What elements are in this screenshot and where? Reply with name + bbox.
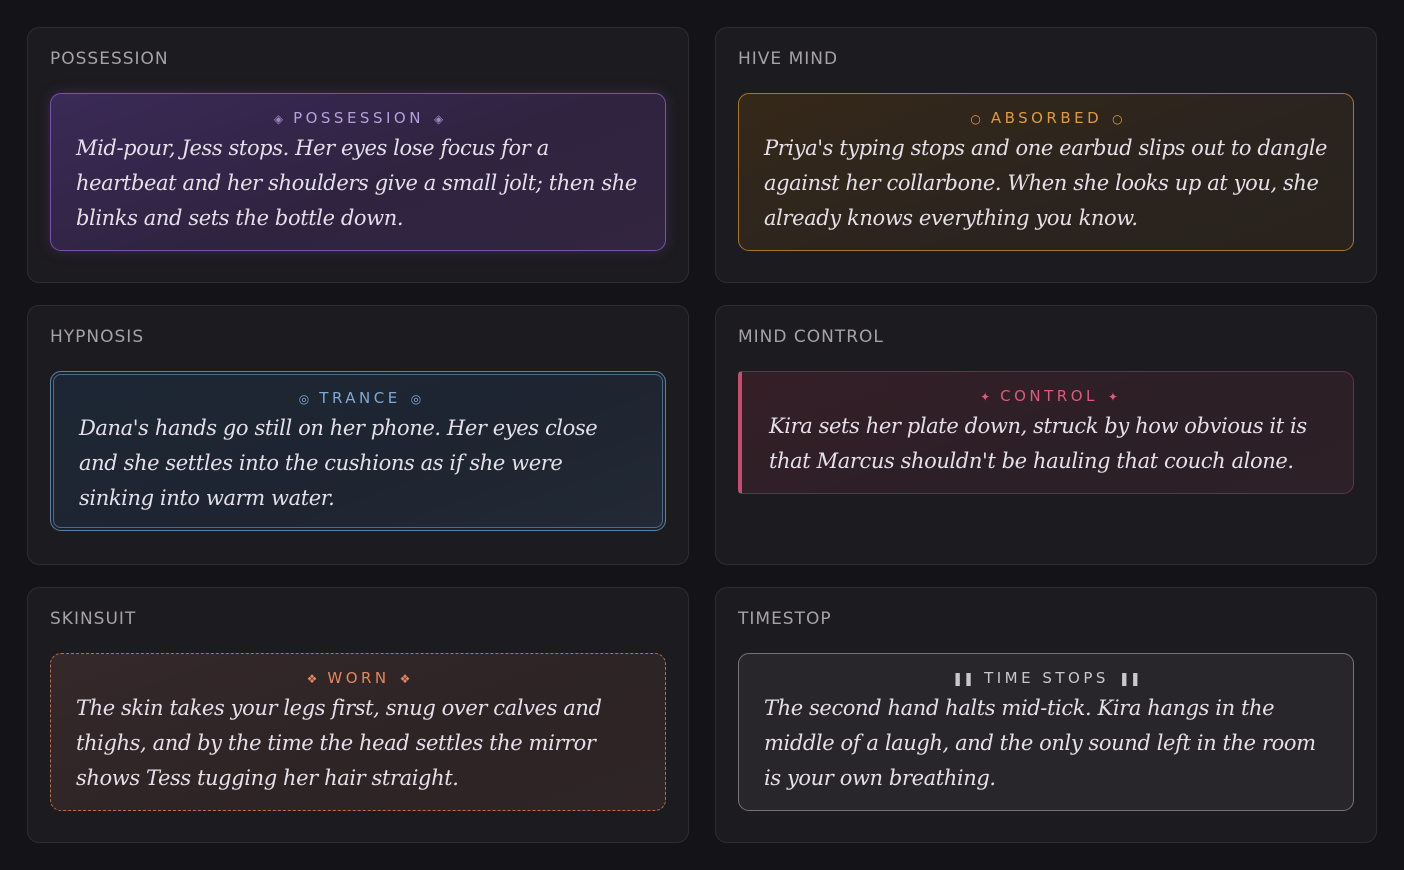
trance-card: ◎ TRANCE ◎ Dana's hands go still on her ph… (50, 371, 666, 531)
control-card: ✦ CONTROL ✦ Kira sets her plate down, stru… (738, 371, 1354, 494)
panel-title: TIMESTOP (738, 609, 832, 629)
four-diamond-icon: ❖ (399, 672, 411, 686)
panel-skinsuit: SKINSUIT ❖ WORN ❖ The skin takes your legs… (27, 587, 689, 843)
card-label: ✦ CONTROL ✦ (769, 386, 1329, 406)
pause-icon: ❚❚ (1118, 672, 1141, 687)
card-text: The second hand halts mid-tick. Kira han… (764, 696, 1316, 790)
card-label-text: CONTROL (1000, 387, 1098, 405)
card-label: ◈ POSSESSION ◈ (76, 108, 641, 128)
possession-card: ◈ POSSESSION ◈ Mid-pour, Jess stops. Her e… (50, 93, 666, 251)
card-label-text: POSSESSION (293, 109, 424, 127)
card-label-text: TRANCE (319, 389, 401, 407)
card-text: Mid-pour, Jess stops. Her eyes lose focu… (76, 136, 637, 230)
pause-icon: ❚❚ (952, 672, 975, 687)
card-text: Dana's hands go still on her phone. Her … (79, 416, 598, 510)
panel-title: HIVE MIND (738, 49, 839, 69)
bullseye-icon: ◎ (410, 392, 422, 406)
card-text: Kira sets her plate down, struck by how … (769, 414, 1307, 473)
panel-title: HYPNOSIS (50, 327, 145, 347)
card-label-text: ABSORBED (990, 109, 1103, 127)
time-stops-card: ❚❚ TIME STOPS ❚❚ The second hand halts mid… (738, 653, 1354, 811)
panel-hive-mind: HIVE MIND ○ ABSORBED ○ Priya's typing stop… (715, 27, 1377, 283)
absorbed-card: ○ ABSORBED ○ Priya's typing stops and one … (738, 93, 1354, 251)
sparkle-icon: ✦ (1107, 390, 1118, 404)
card-label: ❚❚ TIME STOPS ❚❚ (764, 668, 1329, 688)
panel-grid: POSSESSION ◈ POSSESSION ◈ Mid-pour, Jess s… (27, 27, 1377, 843)
panel-hypnosis: HYPNOSIS ◎ TRANCE ◎ Dana's hands go still … (27, 305, 689, 565)
panel-title: POSSESSION (50, 49, 169, 69)
card-text: Priya's typing stops and one earbud slip… (764, 136, 1328, 230)
four-diamond-icon: ❖ (306, 672, 318, 686)
card-label-text: TIME STOPS (984, 669, 1109, 687)
sparkle-icon: ✦ (980, 390, 991, 404)
bullseye-icon: ◎ (298, 392, 310, 406)
card-label: ◎ TRANCE ◎ (79, 388, 641, 408)
card-text: The skin takes your legs first, snug ove… (76, 696, 602, 790)
circle-icon: ○ (970, 112, 981, 126)
diamond-icon: ◈ (273, 112, 284, 126)
card-label: ○ ABSORBED ○ (764, 108, 1329, 128)
worn-card: ❖ WORN ❖ The skin takes your legs first, s… (50, 653, 666, 811)
panel-mind-control: MIND CONTROL ✦ CONTROL ✦ Kira sets her pla… (715, 305, 1377, 565)
panel-timestop: TIMESTOP ❚❚ TIME STOPS ❚❚ The second hand … (715, 587, 1377, 843)
card-label: ❖ WORN ❖ (76, 668, 641, 688)
panel-possession: POSSESSION ◈ POSSESSION ◈ Mid-pour, Jess s… (27, 27, 689, 283)
panel-title: SKINSUIT (50, 609, 137, 629)
circle-icon: ○ (1112, 112, 1123, 126)
card-label-text: WORN (327, 669, 390, 687)
panel-title: MIND CONTROL (738, 327, 884, 347)
diamond-icon: ◈ (433, 112, 444, 126)
